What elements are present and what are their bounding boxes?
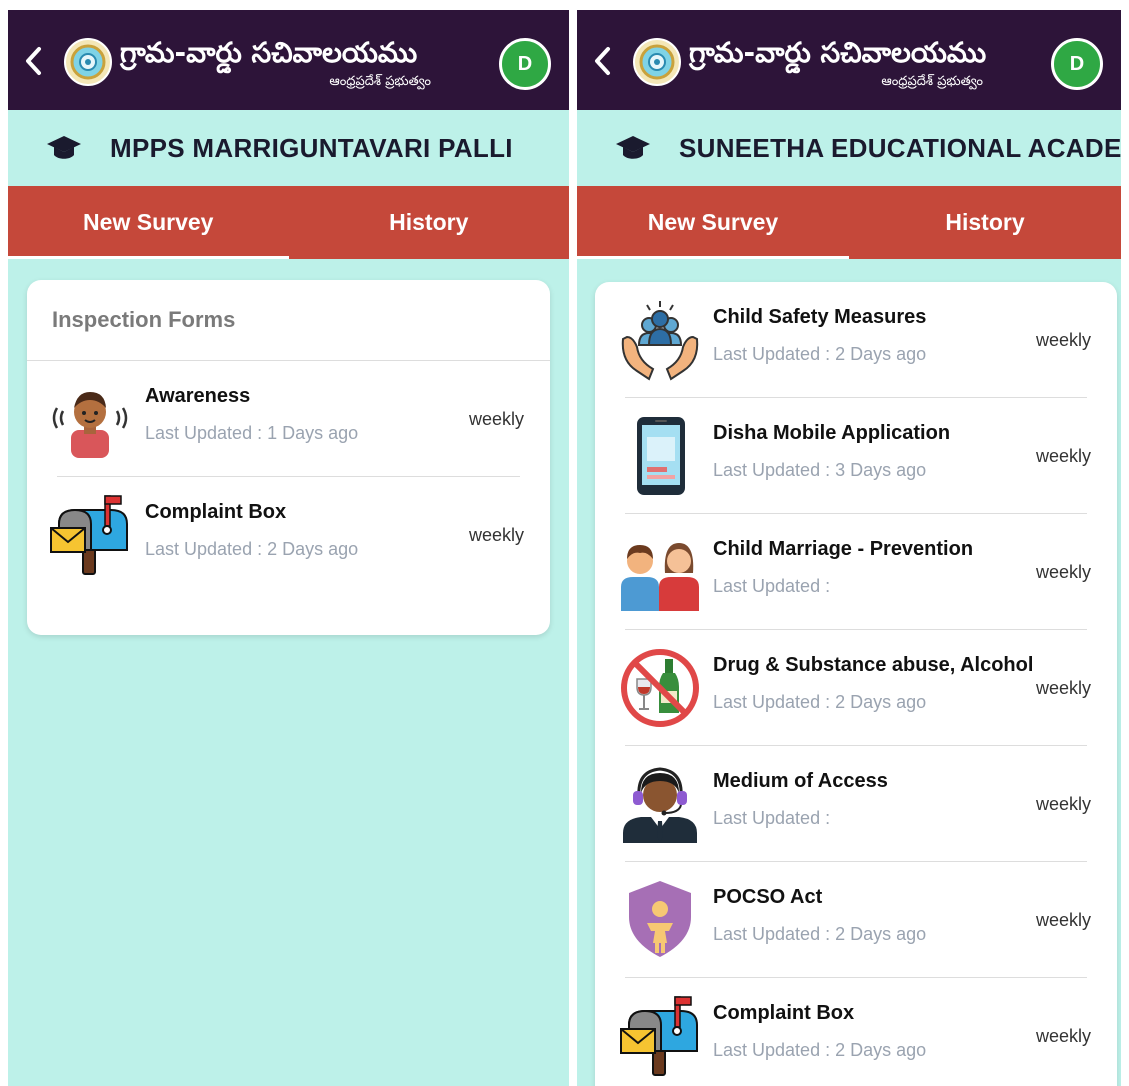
school-header: MPPS MARRIGUNTAVARI PALLI [8,110,569,186]
form-frequency: weekly [1035,561,1091,582]
screen-left: గ్రామ-వార్డు సచివాలయము ఆంధ్రప్రదేశ్ ప్రభ… [8,10,569,1086]
form-row-pocso-act[interactable]: POCSO Act Last Updated : 2 Days ago week… [595,862,1117,978]
back-arrow-icon[interactable] [24,46,42,76]
ap-emblem-icon [633,38,681,86]
form-last-updated: Last Updated : 2 Days ago [713,924,927,944]
tab-history[interactable]: History [849,186,1121,259]
form-title: Complaint Box [145,501,287,523]
form-frequency: weekly [1035,677,1091,698]
child-safety-icon [621,301,699,381]
form-row-medium-of-access[interactable]: Medium of Access Last Updated : weekly [595,746,1117,862]
form-frequency: weekly [1035,793,1091,814]
form-frequency: weekly [1035,1025,1091,1046]
form-last-updated: Last Updated : 2 Days ago [713,692,927,712]
school-header: SUNEETHA EDUCATIONAL ACADEMY [577,110,1121,186]
app-title: గ్రామ-వార్డు సచివాలయము [120,36,418,69]
back-arrow-icon[interactable] [593,46,611,76]
form-frequency: weekly [1035,445,1091,466]
form-title: Child Safety Measures [713,306,927,328]
graduation-cap-icon [47,136,81,159]
form-last-updated: Last Updated : 1 Days ago [145,423,359,443]
school-name: SUNEETHA EDUCATIONAL ACADEMY [679,132,1121,163]
form-last-updated: Last Updated : 2 Days ago [713,1040,927,1060]
app-subtitle: ఆంధ్రప్రదేశ్ ప్రభుత్వం [881,74,983,89]
form-last-updated: Last Updated : 3 Days ago [713,460,927,480]
form-title: Drug & Substance abuse, Alcohol [713,654,1034,676]
app-subtitle: ఆంధ్రప్రదేశ్ ప్రభుత్వం [329,74,431,89]
tab-new-survey[interactable]: New Survey [577,186,849,259]
shield-child-icon [629,881,691,957]
screen-right: గ్రామ-వార్డు సచివాలయము ఆంధ్రప్రదేశ్ ప్రభ… [577,10,1121,1086]
form-frequency: weekly [468,408,524,429]
form-title: Medium of Access [713,770,888,792]
ap-emblem-icon [64,38,112,86]
form-title: Complaint Box [713,1002,855,1024]
form-row-complaint-box[interactable]: Complaint Box Last Updated : 2 Days ago … [595,978,1117,1086]
school-name: MPPS MARRIGUNTAVARI PALLI [110,132,513,163]
card-heading: Inspection Forms [27,280,550,361]
form-last-updated: Last Updated : [713,576,831,596]
form-last-updated: Last Updated : 2 Days ago [145,539,359,559]
mobile-phone-icon [637,417,685,495]
form-frequency: weekly [1035,329,1091,350]
no-alcohol-icon [621,649,699,727]
form-row-awareness[interactable]: Awareness Last Updated : 1 Days ago week… [27,361,550,477]
form-title: Child Marriage - Prevention [713,538,974,560]
couple-icon [621,543,699,611]
form-last-updated: Last Updated : [713,808,831,828]
app-bar: గ్రామ-వార్డు సచివాలయము ఆంధ్రప్రదేశ్ ప్రభ… [8,10,569,110]
headset-agent-icon [623,767,697,843]
awareness-icon [52,392,128,458]
form-title: Awareness [145,385,251,407]
form-row-disha-app[interactable]: Disha Mobile Application Last Updated : … [595,398,1117,514]
form-frequency: weekly [1035,909,1091,930]
form-row-drug-abuse[interactable]: Drug & Substance abuse, Alcohol Last Upd… [595,630,1117,746]
form-frequency: weekly [468,524,524,545]
tab-bar: New Survey History [8,186,569,259]
form-row-child-safety[interactable]: Child Safety Measures Last Updated : 2 D… [595,282,1117,398]
app-bar: గ్రామ-వార్డు సచివాలయము ఆంధ్రప్రదేశ్ ప్రభ… [577,10,1121,110]
avatar[interactable]: D [499,38,551,90]
graduation-cap-icon [616,136,650,159]
mailbox-icon [50,495,128,575]
avatar[interactable]: D [1051,38,1103,90]
form-row-complaint-box[interactable]: Complaint Box Last Updated : 2 Days ago … [27,477,550,593]
form-last-updated: Last Updated : 2 Days ago [713,344,927,364]
mailbox-icon [620,996,698,1076]
tab-history[interactable]: History [289,186,570,259]
inspection-forms-card: Child Safety Measures Last Updated : 2 D… [595,282,1117,1086]
app-title: గ్రామ-వార్డు సచివాలయము [689,36,987,69]
tab-new-survey[interactable]: New Survey [8,186,289,259]
inspection-forms-card: Inspection Forms Awareness Last Updated … [27,280,550,635]
form-title: POCSO Act [713,886,823,908]
form-row-child-marriage[interactable]: Child Marriage - Prevention Last Updated… [595,514,1117,630]
form-title: Disha Mobile Application [713,422,951,444]
tab-bar: New Survey History [577,186,1121,259]
